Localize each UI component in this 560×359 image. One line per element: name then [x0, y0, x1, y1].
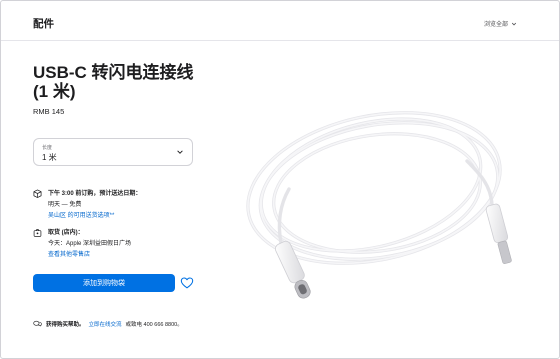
purchase-help: 获得购买帮助。 立即在线交流 或致电 400 666 8800。 — [33, 320, 183, 328]
add-to-bag-button[interactable]: 添加到购物袋 — [33, 274, 175, 292]
delivery-options-link[interactable]: 吴山区 的可用送货选项** — [48, 210, 141, 219]
browse-all-label: 浏览全部 — [483, 22, 508, 28]
store-icon — [33, 229, 42, 237]
delivery-heading: 下午 3:00 前订购，预计送达日期： — [48, 191, 142, 197]
heart-icon[interactable] — [180, 276, 194, 290]
other-stores-link[interactable]: 查看其他零售店 — [48, 249, 131, 258]
delivery-detail: 明天 — 免费 — [48, 202, 82, 208]
product-title-line-1: USB-C 转闪电连接线 — [33, 63, 194, 82]
product-title-line-2: (1 米) — [33, 82, 76, 101]
cable-product-image — [246, 111, 512, 299]
page-frame: 配件 浏览全部 USB-C 转闪电连接线 (1 米) RMB 145 长度 1 … — [0, 0, 560, 359]
help-phone-text: 或致电 400 666 8800。 — [125, 322, 183, 328]
chat-now-link[interactable]: 立即在线交流 — [89, 320, 122, 328]
length-select[interactable]: 长度 1 米 — [33, 138, 193, 166]
length-select-label: 长度 — [42, 145, 53, 151]
delivery-info: 下午 3:00 前订购，预计送达日期： 明天 — 免费 吴山区 的可用送货选项*… — [33, 188, 141, 219]
length-select-value: 1 米 — [42, 153, 57, 162]
product-price: RMB 145 — [33, 107, 65, 116]
page-category-title: 配件 — [33, 18, 54, 30]
help-lead-text: 获得购买帮助。 — [46, 322, 85, 328]
chat-bubbles-icon — [33, 320, 42, 327]
product-title: USB-C 转闪电连接线 (1 米) — [33, 63, 223, 101]
box-icon — [33, 189, 42, 198]
pickup-info: 取货 (店内)： 今天：Apple 深圳益田假日广场 查看其他零售店 — [33, 227, 131, 258]
browse-all-menu[interactable]: 浏览全部 — [484, 19, 517, 28]
top-bar: 配件 浏览全部 — [1, 1, 559, 41]
pickup-heading: 取货 (店内)： — [48, 230, 84, 236]
chevron-down-icon — [511, 22, 517, 25]
pickup-detail: 今天：Apple 深圳益田假日广场 — [48, 241, 132, 247]
chevron-down-icon — [177, 150, 183, 154]
